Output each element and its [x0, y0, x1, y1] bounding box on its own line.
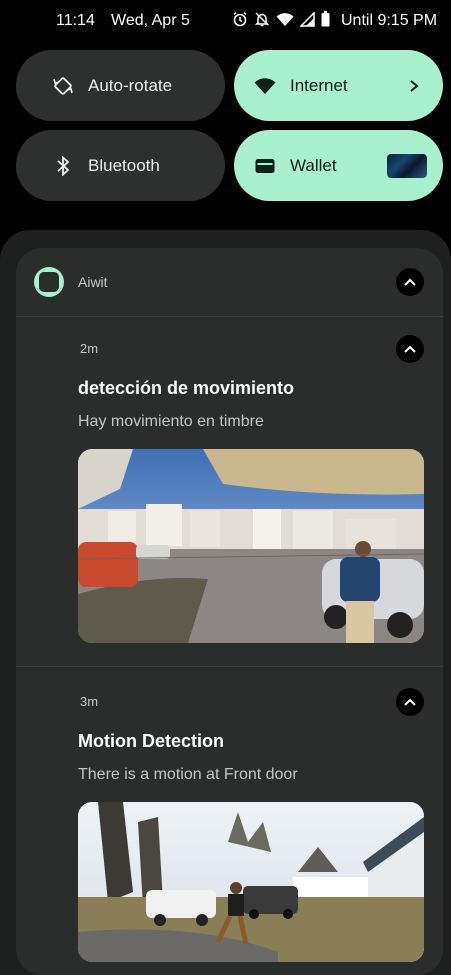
wallet-card-thumbnail — [387, 153, 427, 178]
status-icons — [232, 11, 330, 27]
tile-label: Internet — [290, 75, 348, 95]
tile-label: Wallet — [290, 155, 337, 175]
chevron-right-icon[interactable] — [407, 79, 421, 93]
status-bar: 11:14 Wed, Apr 5 Until 9:15 PM — [0, 0, 451, 42]
collapse-notification-button[interactable] — [396, 688, 424, 716]
wifi-icon — [254, 75, 276, 97]
camera-snapshot-image[interactable] — [78, 449, 424, 643]
wifi-icon — [276, 12, 294, 26]
chevron-up-icon — [404, 698, 416, 706]
app-icon — [34, 267, 64, 297]
bluetooth-icon — [52, 155, 74, 177]
notification-group-card[interactable]: Aiwit 2m detección de movimiento Hay mov… — [16, 248, 443, 975]
notification-body: Hay movimiento en timbre — [78, 413, 264, 430]
chevron-up-icon — [404, 278, 416, 286]
tile-internet[interactable]: Internet — [234, 50, 443, 121]
status-time: 11:14 — [56, 12, 95, 29]
camera-snapshot-image[interactable] — [78, 802, 424, 962]
battery-icon — [321, 11, 330, 27]
divider — [16, 316, 443, 317]
status-date: Wed, Apr 5 — [111, 12, 190, 29]
alarm-icon — [233, 11, 247, 27]
notification-title: Motion Detection — [78, 731, 224, 751]
tile-auto-rotate[interactable]: Auto-rotate — [16, 50, 225, 121]
app-name: Aiwit — [78, 274, 108, 290]
divider — [16, 666, 443, 667]
tile-wallet[interactable]: Wallet — [234, 130, 443, 201]
wallet-icon — [254, 155, 276, 177]
auto-rotate-icon — [52, 75, 74, 97]
notification-time: 3m — [80, 694, 99, 709]
collapse-notification-button[interactable] — [396, 335, 424, 363]
notifications-off-icon — [254, 12, 270, 27]
signal-icon — [300, 11, 315, 27]
tile-label: Auto-rotate — [88, 75, 173, 95]
chevron-up-icon — [404, 345, 416, 353]
tile-bluetooth[interactable]: Bluetooth — [16, 130, 225, 201]
tile-label: Bluetooth — [88, 155, 160, 175]
status-until: Until 9:15 PM — [341, 12, 438, 29]
collapse-group-button[interactable] — [396, 268, 424, 296]
app-header[interactable]: Aiwit — [16, 248, 443, 316]
notification-title: detección de movimiento — [78, 378, 295, 398]
notification-time: 2m — [80, 341, 99, 356]
notification-body: There is a motion at Front door — [78, 766, 298, 783]
